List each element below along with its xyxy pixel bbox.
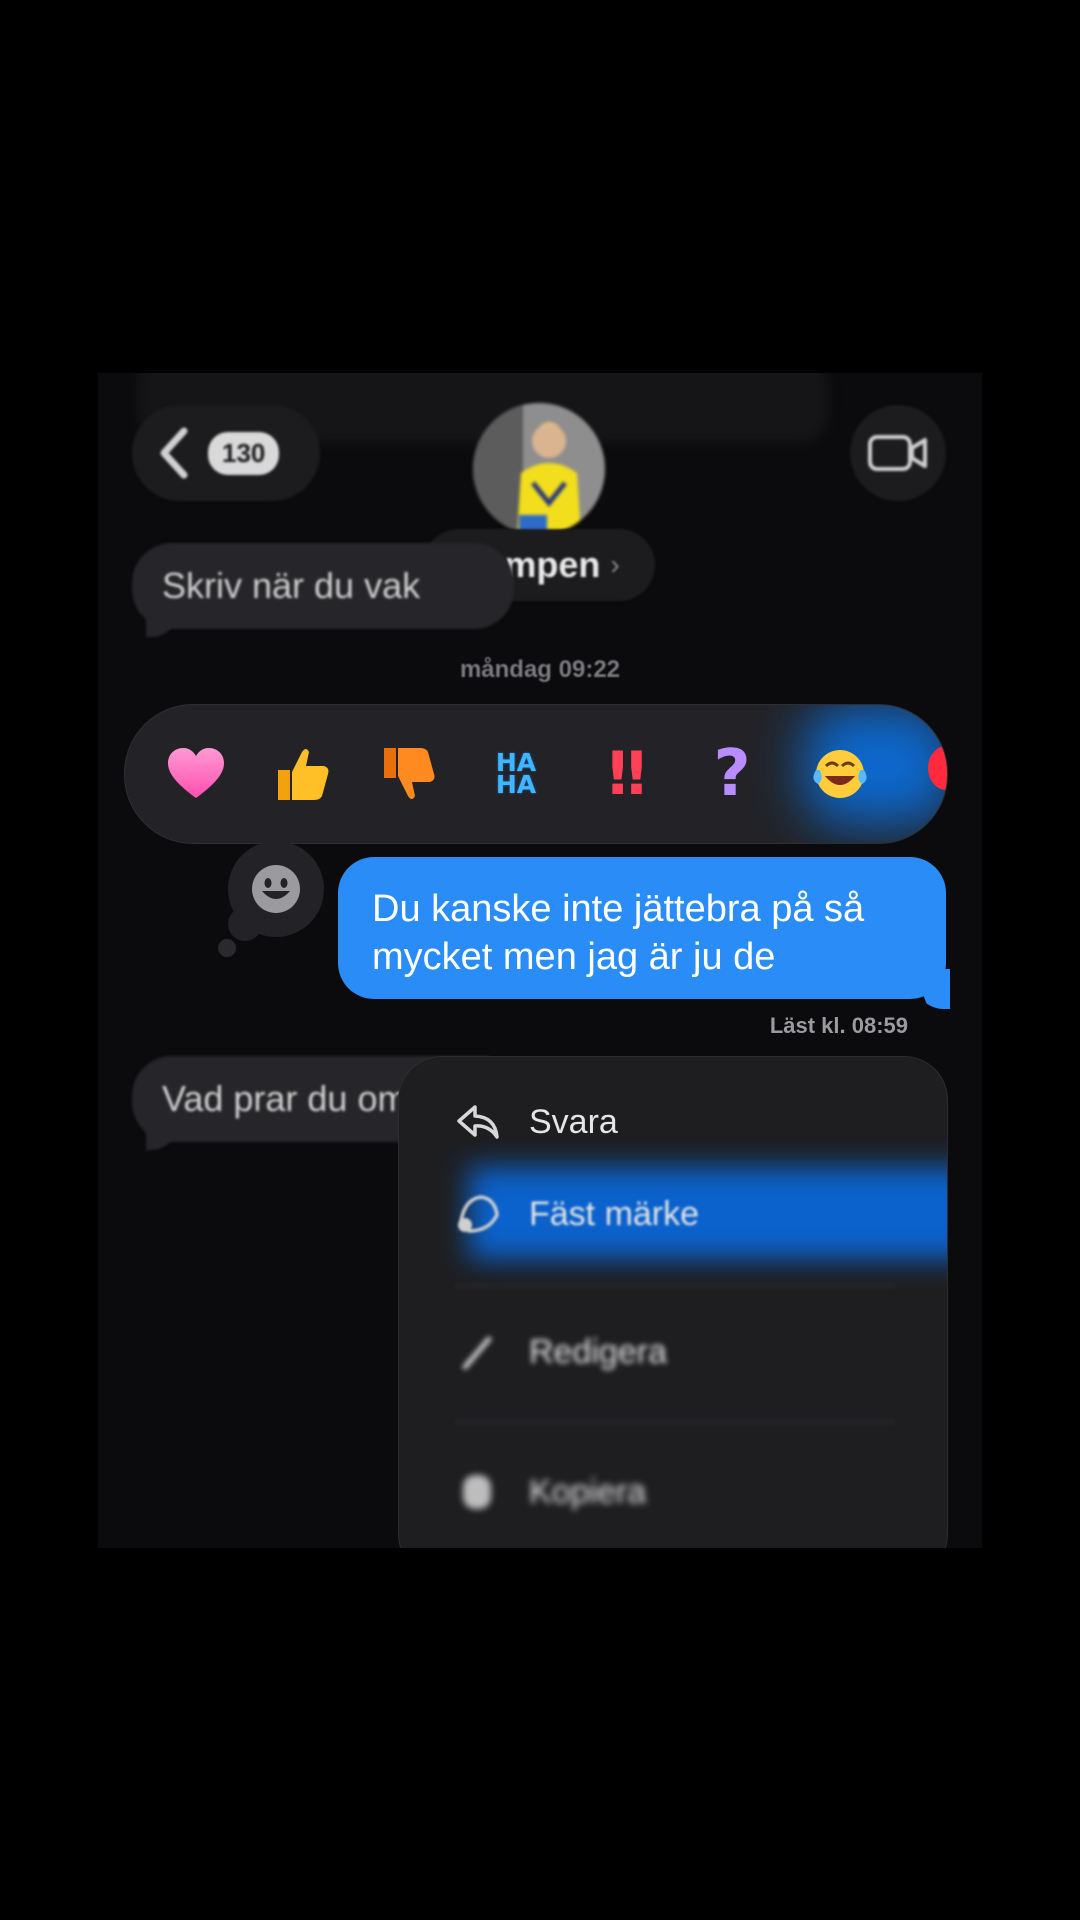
bubble-tail — [146, 613, 176, 637]
back-button[interactable]: 130 — [132, 405, 320, 501]
chevron-right-icon: › — [610, 549, 620, 580]
video-call-button[interactable] — [850, 405, 946, 501]
menu-item-label: Redigera — [529, 1332, 667, 1371]
tears-of-joy-icon — [813, 750, 867, 798]
laughing-reaction[interactable] — [805, 739, 875, 809]
video-camera-icon — [868, 435, 927, 471]
menu-item-label: Kopiera — [529, 1472, 647, 1511]
question-mark-text: ? — [713, 737, 751, 811]
menu-separator — [455, 1285, 895, 1287]
heart-icon — [168, 748, 224, 798]
smiley-icon — [252, 865, 300, 913]
double-exclamation-text: ‼ — [608, 739, 645, 809]
message-text: Du kanske inte jättebra på så mycket men… — [372, 888, 865, 978]
message-context-menu: Svara Fäst märke Redigera Kopiera — [398, 1056, 948, 1548]
haha-text: HA HA — [495, 748, 537, 799]
unread-count-badge: 130 — [208, 431, 280, 475]
thumbs-up-icon — [278, 749, 329, 800]
message-timestamp: måndag 09:22 — [459, 656, 621, 683]
heart-reaction[interactable] — [161, 739, 231, 809]
pencil-icon — [462, 1336, 492, 1370]
menu-separator — [455, 1421, 895, 1423]
menu-item-label: Svara — [529, 1102, 618, 1141]
bubble-tail — [146, 1126, 176, 1150]
exclamation-reaction[interactable]: ‼ — [587, 739, 657, 809]
chevron-left-icon — [160, 427, 188, 479]
menu-item-edit[interactable]: Redigera — [399, 1307, 947, 1397]
sticker-icon — [458, 1195, 499, 1233]
menu-item-label: Fäst märke — [529, 1194, 700, 1233]
haha-reaction[interactable]: HA HA — [481, 739, 551, 809]
reaction-tail-dot — [218, 939, 236, 957]
reply-icon — [457, 1105, 499, 1139]
copy-icon — [463, 1475, 491, 1509]
message-text: Vad prar du om — [162, 1078, 408, 1119]
menu-item-sticker[interactable]: Fäst märke — [399, 1169, 947, 1259]
thumbs-down-icon — [384, 748, 435, 799]
add-emoji-reaction-button[interactable] — [228, 841, 324, 937]
contact-avatar[interactable] — [473, 403, 605, 535]
incoming-message-bubble[interactable]: Skriv när du vak — [132, 543, 514, 629]
messages-screen: 130 Sumpen › Skriv när du vak måndag 09:… — [98, 373, 982, 1548]
balloon-reaction[interactable] — [911, 739, 947, 809]
avatar-photo — [473, 403, 605, 535]
question-reaction[interactable]: ? — [697, 737, 767, 811]
tapback-reaction-bar: HA HA ‼ ? — [124, 704, 948, 844]
menu-item-reply[interactable]: Svara — [399, 1077, 947, 1167]
thumbs-up-reaction[interactable] — [267, 739, 337, 809]
outgoing-message-bubble[interactable]: Du kanske inte jättebra på så mycket men… — [338, 857, 946, 999]
read-receipt: Läst kl. 08:59 — [769, 1013, 908, 1038]
menu-item-copy[interactable]: Kopiera — [399, 1447, 947, 1537]
balloon-icon — [928, 746, 947, 790]
thumbs-down-reaction[interactable] — [373, 739, 443, 809]
message-text: Skriv när du vak — [162, 565, 421, 606]
